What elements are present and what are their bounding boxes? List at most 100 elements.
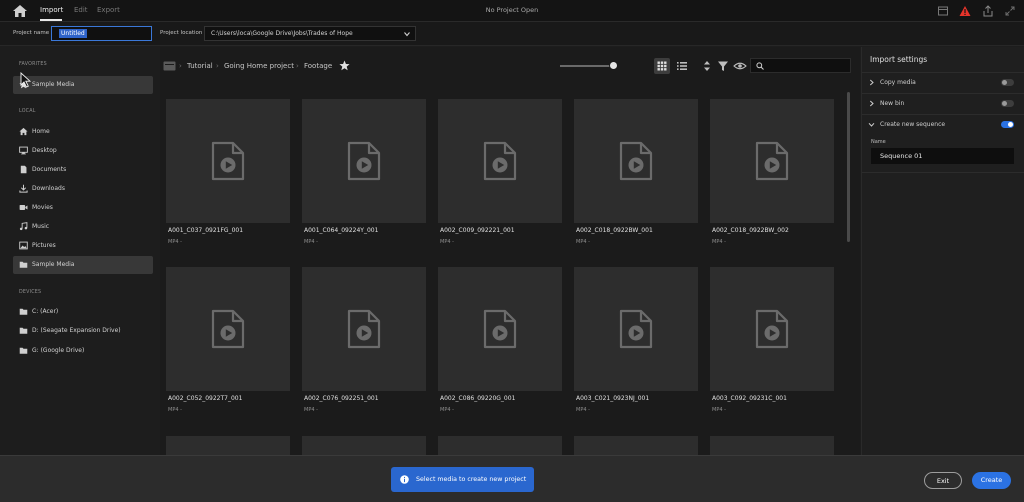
media-name[interactable]: A001_C037_0921FG_001 [168,227,243,234]
breadcrumb-item[interactable]: Going Home project [224,62,294,70]
create-button[interactable]: Create [972,472,1011,489]
video-file-icon [755,309,789,349]
drive-icon[interactable] [163,60,176,72]
project-location-value: C:\Users\loca\Google Drive\Jobs\Trades o… [211,30,353,37]
media-name[interactable]: A002_C086_09220G_001 [440,395,515,402]
media-thumbnail-partial[interactable] [710,436,834,455]
tab-import[interactable]: Import [40,6,63,14]
sidebar-item-sample-media[interactable]: Sample Media [13,256,153,274]
sidebar-item-documents[interactable]: Documents [13,161,153,179]
sidebar-item-drive-c[interactable]: C: (Acer) [13,303,153,321]
warning-icon[interactable] [959,5,971,17]
search-input[interactable] [750,58,851,73]
project-name-input[interactable]: Untitled [51,26,152,41]
media-thumbnail[interactable] [574,267,698,391]
media-meta: MP4 - [168,407,182,413]
media-thumbnail-partial[interactable] [166,436,290,455]
new-bin-option[interactable]: New bin [862,93,1024,113]
breadcrumb-separator: › [296,62,299,70]
sidebar-item-downloads[interactable]: Downloads [13,180,153,198]
eye-icon[interactable] [733,59,747,73]
media-thumbnail-partial[interactable] [438,436,562,455]
chevron-down-icon [868,122,875,127]
info-icon [400,475,409,484]
favorite-star-icon[interactable] [339,60,350,71]
exit-button[interactable]: Exit [924,472,962,489]
active-tab-indicator [40,19,62,21]
chevron-down-icon [404,32,410,37]
folder-icon [19,327,28,334]
sort-icon[interactable] [700,59,714,73]
video-file-icon [619,309,653,349]
media-name[interactable]: A002_C052_0922T7_001 [168,395,242,402]
media-thumbnail[interactable] [166,99,290,223]
media-name[interactable]: A001_C064_09224Y_001 [304,227,378,234]
copy-media-option[interactable]: Copy media [862,72,1024,92]
sidebar-item-movies[interactable]: Movies [13,199,153,217]
media-thumbnail[interactable] [438,99,562,223]
import-settings-title: Import settings [870,55,928,64]
picture-icon [19,241,28,250]
document-icon [20,165,27,174]
media-name[interactable]: A002_C018_0922BW_001 [576,227,653,234]
thumbnail-size-slider[interactable] [560,65,616,67]
media-meta: MP4 - [576,239,590,245]
sidebar-item-label: G: (Google Drive) [32,347,85,354]
media-thumbnail[interactable] [166,267,290,391]
sidebar-item-label: Music [32,223,50,230]
media-name[interactable]: A002_C018_0922BW_002 [712,227,789,234]
fullscreen-icon[interactable] [1004,5,1016,17]
media-thumbnail-partial[interactable] [302,436,426,455]
video-file-icon [483,309,517,349]
sidebar-item-label: Sample Media [32,261,75,268]
media-thumbnail[interactable] [302,267,426,391]
slider-handle[interactable] [609,61,618,70]
sidebar-item-sample-media-favorite[interactable]: Sample Media [13,76,153,94]
create-new-sequence-toggle[interactable] [1001,121,1014,128]
sidebar-item-pictures[interactable]: Pictures [13,237,153,255]
breadcrumb-item[interactable]: Tutorial [187,62,213,70]
scrollbar-thumb[interactable] [847,92,850,242]
media-name[interactable]: A002_C076_092251_001 [304,395,379,402]
project-bar [0,22,1024,46]
media-thumbnail-partial[interactable] [574,436,698,455]
filter-icon[interactable] [716,59,730,73]
project-location-dropdown[interactable]: C:\Users\loca\Google Drive\Jobs\Trades o… [204,26,416,41]
workspace-icon[interactable] [937,5,949,17]
sidebar-item-drive-d[interactable]: D: (Seagate Expansion Drive) [13,322,153,340]
tab-export[interactable]: Export [97,6,120,14]
media-thumbnail[interactable] [710,99,834,223]
media-meta: MP4 - [576,407,590,413]
media-name[interactable]: A002_C009_092221_001 [440,227,515,234]
breadcrumb-item[interactable]: Footage [304,62,332,70]
video-file-icon [619,141,653,181]
video-file-icon [347,309,381,349]
option-label: Create new sequence [880,121,946,128]
option-label: Copy media [880,79,916,86]
sidebar-item-music[interactable]: Music [13,218,153,236]
sidebar-item-desktop[interactable]: Desktop [13,142,153,160]
share-icon[interactable] [982,5,994,17]
home-button[interactable] [12,4,28,18]
media-thumbnail[interactable] [574,99,698,223]
video-file-icon [347,141,381,181]
media-thumbnail[interactable] [438,267,562,391]
sidebar-item-label: C: (Acer) [32,308,59,315]
video-file-icon [211,309,245,349]
sidebar-item-home[interactable]: Home [13,123,153,141]
media-meta: MP4 - [712,239,726,245]
media-thumbnail[interactable] [710,267,834,391]
tab-edit[interactable]: Edit [74,6,88,14]
copy-media-toggle[interactable] [1001,79,1014,86]
sequence-name-input[interactable]: Sequence 01 [871,148,1014,164]
home-icon [19,127,28,136]
media-thumbnail[interactable] [302,99,426,223]
grid-view-button[interactable] [654,58,670,74]
sidebar-item-label: Pictures [32,242,56,249]
create-new-sequence-option[interactable]: Create new sequence [862,114,1024,134]
media-name[interactable]: A003_C092_09231C_001 [712,395,787,402]
list-view-icon[interactable] [675,59,689,73]
sidebar-item-drive-g[interactable]: G: (Google Drive) [13,342,153,360]
media-name[interactable]: A003_C021_0923NJ_001 [576,395,649,402]
new-bin-toggle[interactable] [1001,100,1014,107]
